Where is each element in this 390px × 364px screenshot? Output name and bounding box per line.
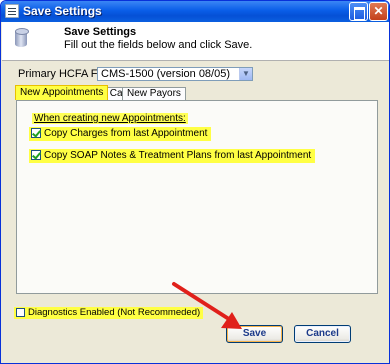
window-title: Save Settings bbox=[23, 4, 102, 18]
select-value: CMS-1500 (version 08/05) bbox=[101, 68, 231, 80]
title-bar[interactable]: Save Settings ✕ bbox=[1, 1, 389, 22]
diagnostics-checkbox[interactable]: Diagnostics Enabled (Not Recommeded) bbox=[14, 307, 204, 319]
header-subtitle: Fill out the fields below and click Save… bbox=[64, 39, 253, 51]
dialog-header: Save Settings Fill out the fields below … bbox=[2, 22, 389, 61]
tab-new-payors[interactable]: New Payors bbox=[122, 87, 186, 100]
checkbox-checked-icon[interactable] bbox=[31, 150, 41, 160]
checkbox-label: Copy SOAP Notes & Treatment Plans from l… bbox=[44, 150, 312, 161]
group-title: When creating new Appointments: bbox=[32, 113, 188, 124]
cancel-button[interactable]: Cancel bbox=[294, 325, 351, 343]
checkbox-unchecked-icon[interactable] bbox=[16, 308, 25, 317]
copy-charges-checkbox[interactable]: Copy Charges from last Appointment bbox=[29, 127, 212, 141]
save-button[interactable]: Save bbox=[226, 325, 283, 343]
close-icon[interactable]: ✕ bbox=[369, 2, 388, 21]
chevron-down-icon[interactable]: ▼ bbox=[239, 68, 252, 80]
database-icon bbox=[15, 28, 29, 47]
window-icon bbox=[5, 4, 19, 18]
maximize-icon[interactable] bbox=[349, 2, 368, 21]
save-settings-window: Save Settings ✕ Save Settings Fill out t… bbox=[0, 0, 390, 364]
tab-panel: When creating new Appointments: Copy Cha… bbox=[16, 100, 378, 294]
checkbox-label: Copy Charges from last Appointment bbox=[44, 128, 208, 139]
header-title: Save Settings bbox=[64, 26, 137, 38]
tab-new-appointments[interactable]: New Appointments bbox=[15, 85, 109, 100]
diagnostics-label: Diagnostics Enabled (Not Recommeded) bbox=[28, 307, 201, 318]
checkbox-checked-icon[interactable] bbox=[31, 128, 41, 138]
copy-soap-notes-checkbox[interactable]: Copy SOAP Notes & Treatment Plans from l… bbox=[29, 149, 316, 163]
primary-hcfa-form-select[interactable]: CMS-1500 (version 08/05) ▼ bbox=[97, 67, 253, 81]
